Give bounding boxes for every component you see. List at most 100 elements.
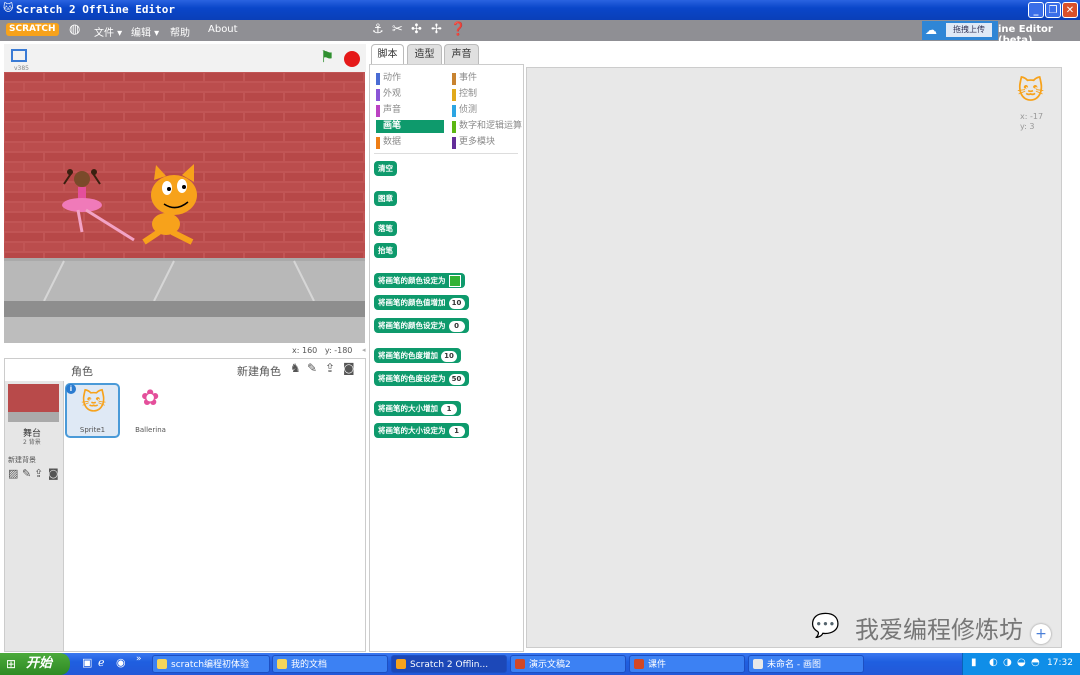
category-pen[interactable]: 画笔	[376, 120, 444, 133]
upload-widget[interactable]: ☁ 拖拽上传	[922, 21, 998, 40]
tab-scripts[interactable]: 脚本	[371, 44, 404, 64]
stage-backdrop	[4, 72, 365, 343]
coord-y-label: y:	[324, 346, 332, 355]
block-clear[interactable]: 清空	[374, 161, 397, 176]
category-more-blocks[interactable]: 更多模块	[452, 136, 529, 149]
duplicate-stamp-icon[interactable]: ⚓	[372, 23, 384, 37]
language-globe-icon[interactable]: ◍	[69, 23, 80, 37]
category-sound[interactable]: 声音	[376, 104, 447, 117]
sprite1-thumbnail: 🐱	[81, 388, 107, 416]
scratch-logo: SCRATCH	[6, 23, 59, 36]
version-label: v385	[14, 65, 30, 72]
tray-network-icon[interactable]: ◐	[989, 657, 998, 668]
backdrop-library-icon[interactable]: ▨	[8, 467, 18, 480]
tray-volume-icon[interactable]: ◑	[1003, 657, 1012, 668]
current-sprite-icon: 🐱	[1017, 76, 1045, 106]
quicklaunch-ie-icon[interactable]: ℯ	[98, 656, 105, 669]
paint-sprite-icon[interactable]: ✎	[307, 361, 317, 375]
block-set-pen-color-to-value[interactable]: 将画笔的颜色设定为 0	[374, 318, 469, 333]
block-set-pen-size-to[interactable]: 将画笔的大小设定为 1	[374, 423, 469, 438]
close-button[interactable]: ✕	[1062, 2, 1078, 18]
start-button[interactable]: ⊞ 开始	[0, 653, 70, 675]
menu-about[interactable]: About	[208, 24, 238, 35]
quicklaunch-expand-icon[interactable]: »	[136, 654, 142, 664]
quicklaunch-browser-icon[interactable]: ◉	[116, 656, 126, 669]
block-set-pen-shade-to[interactable]: 将画笔的色度设定为 50	[374, 371, 469, 386]
category-sensing[interactable]: 侦测	[452, 104, 529, 117]
sprite-library-icon[interactable]: ♞	[290, 361, 301, 375]
block-number-input[interactable]: 1	[448, 425, 465, 437]
camera-sprite-icon[interactable]: ◙	[343, 361, 355, 375]
taskbar-item-courseware[interactable]: 课件	[629, 655, 745, 673]
task-label: scratch编程初体验	[171, 660, 250, 670]
camera-backdrop-icon[interactable]: ◙	[48, 467, 59, 480]
paint-backdrop-icon[interactable]: ✎	[22, 467, 31, 480]
category-operators[interactable]: 数字和逻辑运算	[452, 120, 529, 133]
sprite-info-icon[interactable]: i	[66, 384, 76, 394]
sprite-tile-ballerina[interactable]: ✿ Ballerina	[123, 383, 178, 438]
block-change-pen-shade-by[interactable]: 将画笔的色度增加 10	[374, 348, 461, 363]
category-looks[interactable]: 外观	[376, 88, 447, 101]
block-help-icon[interactable]: ❓	[450, 23, 466, 37]
tray-security-icon[interactable]: ◒	[1017, 657, 1026, 668]
block-label: 图章	[378, 194, 393, 203]
menu-help[interactable]: 帮助	[170, 24, 190, 39]
task-label: 未命名 - 画图	[767, 660, 821, 670]
block-number-input[interactable]: 50	[448, 373, 465, 385]
fullscreen-icon[interactable]	[11, 49, 27, 62]
block-stamp[interactable]: 图章	[374, 191, 397, 206]
tray-app-icon[interactable]: ▮	[971, 657, 977, 668]
green-flag-icon[interactable]: ⚑	[320, 49, 334, 65]
tray-clock[interactable]: 17:32	[1047, 658, 1073, 668]
block-number-input[interactable]: 10	[441, 350, 457, 362]
block-pen-down[interactable]: 落笔	[374, 221, 397, 236]
show-desktop-icon[interactable]: ▣	[82, 656, 92, 669]
category-events[interactable]: 事件	[452, 72, 529, 85]
category-control[interactable]: 控制	[452, 88, 529, 101]
taskbar-item-documents[interactable]: 我的文档	[272, 655, 388, 673]
pen-color-swatch[interactable]	[448, 275, 461, 287]
block-change-pen-color-by[interactable]: 将画笔的颜色值增加 10	[374, 295, 469, 310]
stage-collapse-handle[interactable]: ◂	[362, 346, 366, 354]
sprite-x-readout: x: -17	[1020, 112, 1044, 121]
block-pen-up[interactable]: 抬笔	[374, 243, 397, 258]
category-color-bar	[452, 137, 456, 149]
script-area[interactable]: 🐱 x: -17 y: 3 💬 我爱编程修炼坊 +	[526, 67, 1062, 648]
grow-icon[interactable]: ✣	[411, 23, 422, 37]
tray-update-icon[interactable]: ◓	[1031, 657, 1040, 668]
taskbar-item-presentation[interactable]: 演示文稿2	[510, 655, 626, 673]
menu-file[interactable]: 文件 ▾	[94, 24, 122, 39]
block-number-input[interactable]: 1	[441, 403, 457, 415]
taskbar-item-folder[interactable]: scratch编程初体验	[152, 655, 270, 673]
block-label: 将画笔的色度设定为	[378, 374, 446, 383]
minimize-button[interactable]: _	[1028, 2, 1044, 18]
upload-backdrop-icon[interactable]: ⇪	[34, 467, 43, 480]
category-data[interactable]: 数据	[376, 136, 447, 149]
stage-canvas[interactable]	[4, 72, 365, 343]
category-label: 更多模块	[459, 137, 496, 147]
delete-scissors-icon[interactable]: ✂	[392, 23, 403, 37]
stop-sign-icon[interactable]	[344, 51, 360, 67]
sprite-name: Sprite1	[79, 426, 106, 434]
shrink-icon[interactable]: ✢	[431, 23, 442, 37]
taskbar-item-scratch[interactable]: Scratch 2 Offlin...	[391, 655, 507, 673]
category-label: 数字和逻辑运算	[459, 121, 523, 131]
tab-sounds[interactable]: 声音	[444, 44, 479, 64]
category-color-bar	[376, 105, 380, 117]
block-number-input[interactable]: 10	[448, 297, 465, 309]
block-label: 抬笔	[378, 246, 393, 255]
menu-edit[interactable]: 编辑 ▾	[131, 24, 159, 39]
editor-name-text: ine Editor (beta)	[998, 24, 1053, 46]
category-motion[interactable]: 动作	[376, 72, 447, 85]
maximize-button[interactable]: ❐	[1045, 2, 1061, 18]
stage-thumbnail[interactable]	[8, 384, 59, 422]
block-change-pen-size-by[interactable]: 将画笔的大小增加 1	[374, 401, 461, 416]
upload-sprite-icon[interactable]: ⇪	[325, 361, 335, 375]
block-number-input[interactable]: 0	[448, 320, 465, 332]
tab-costumes[interactable]: 造型	[407, 44, 442, 64]
scratch-icon	[396, 659, 406, 669]
taskbar-item-paint[interactable]: 未命名 - 画图	[748, 655, 864, 673]
zoom-in-icon[interactable]: +	[1031, 624, 1051, 644]
block-set-pen-color-to-swatch[interactable]: 将画笔的颜色设定为	[374, 273, 465, 288]
sprite-tile-sprite1[interactable]: i 🐱 Sprite1	[65, 383, 120, 438]
